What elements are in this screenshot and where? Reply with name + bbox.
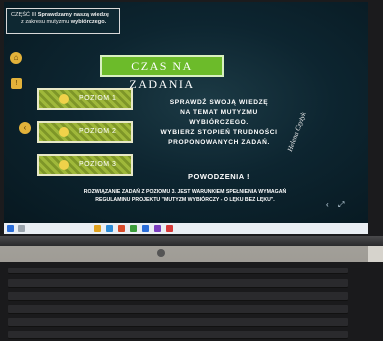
qwerty-key-row: [8, 292, 348, 301]
level-label: POZIOM 1: [79, 95, 117, 102]
laptop-lid: CZĘŚĆ III Sprawdzamy naszą wiedzę z zakr…: [0, 0, 383, 236]
instruction-line: WYBIERZ STOPIEŃ TRUDNOŚCI: [160, 129, 278, 136]
app-icon[interactable]: [154, 225, 161, 232]
instruction-line: WYBIÓRCZEGO.: [189, 119, 249, 126]
fullscreen-icon[interactable]: ⤢: [338, 200, 344, 210]
level-2-button[interactable]: POZIOM 2: [37, 121, 133, 143]
home-icon[interactable]: ⌂: [10, 52, 22, 64]
section-title-box: CZĘŚĆ III Sprawdzamy naszą wiedzę z zakr…: [6, 8, 120, 34]
title-bold-2: wybiórczego.: [70, 19, 107, 25]
level-label: POZIOM 2: [79, 128, 117, 135]
prev-slide-icon[interactable]: ‹: [326, 200, 329, 209]
level-dot-icon: [59, 127, 69, 137]
tasks-banner: CZAS NA ZADANIA: [100, 55, 224, 91]
level-3-button[interactable]: POZIOM 3: [37, 154, 133, 176]
requirement-note: ROZWIĄZANIE ZADAŃ Z POZIOMU 3. JEST WARU…: [30, 188, 340, 204]
note-line: ROZWIĄZANIE ZADAŃ Z POZIOMU 3. JEST WARU…: [83, 189, 287, 195]
home-key-row: [8, 305, 348, 314]
instruction-line: SPRAWDŹ SWOJĄ WIEDZĘ: [169, 99, 269, 106]
instructions-text: SPRAWDŹ SWOJĄ WIEDZĘ NA TEMAT MUTYZMU WY…: [154, 98, 284, 148]
search-icon[interactable]: [18, 225, 25, 232]
good-luck-text: POWODZENIA !: [188, 172, 250, 181]
info-icon[interactable]: !: [11, 78, 22, 89]
laptop-hinge: [0, 236, 383, 246]
edge-icon[interactable]: [106, 225, 113, 232]
file-explorer-icon[interactable]: [94, 225, 101, 232]
author-signature: Helena Czyżyk: [286, 111, 308, 153]
function-key-row: [8, 268, 348, 274]
app-icon[interactable]: [130, 225, 137, 232]
app-icon[interactable]: [118, 225, 125, 232]
app-icon[interactable]: [142, 225, 149, 232]
app-icon[interactable]: [166, 225, 173, 232]
title-bold: Sprawdzamy naszą wiedzę: [37, 12, 109, 18]
level-dot-icon: [59, 94, 69, 104]
level-label: POZIOM 3: [79, 161, 117, 168]
laptop-keyboard: [0, 262, 383, 341]
presentation-screen: CZĘŚĆ III Sprawdzamy naszą wiedzę z zakr…: [4, 2, 368, 223]
logo-icon: [157, 249, 165, 257]
windows-taskbar: [4, 223, 368, 234]
number-key-row: [8, 279, 348, 288]
space-key-row: [8, 331, 348, 339]
start-icon[interactable]: [7, 225, 14, 232]
instruction-line: PROPONOWANYCH ZADAŃ.: [168, 139, 270, 146]
title-prefix-2: z zakresu mutyzmu: [21, 19, 71, 25]
back-arrow-icon[interactable]: ‹: [19, 122, 31, 134]
level-1-button[interactable]: POZIOM 1: [37, 88, 133, 110]
bottom-key-row: [8, 318, 348, 327]
title-prefix: CZĘŚĆ III: [11, 12, 38, 18]
instruction-line: NA TEMAT MUTYZMU: [180, 109, 258, 116]
note-line: REGULAMINU PROJEKTU "MUTYZM WYBIÓRCZY - …: [95, 197, 275, 203]
level-dot-icon: [59, 160, 69, 170]
